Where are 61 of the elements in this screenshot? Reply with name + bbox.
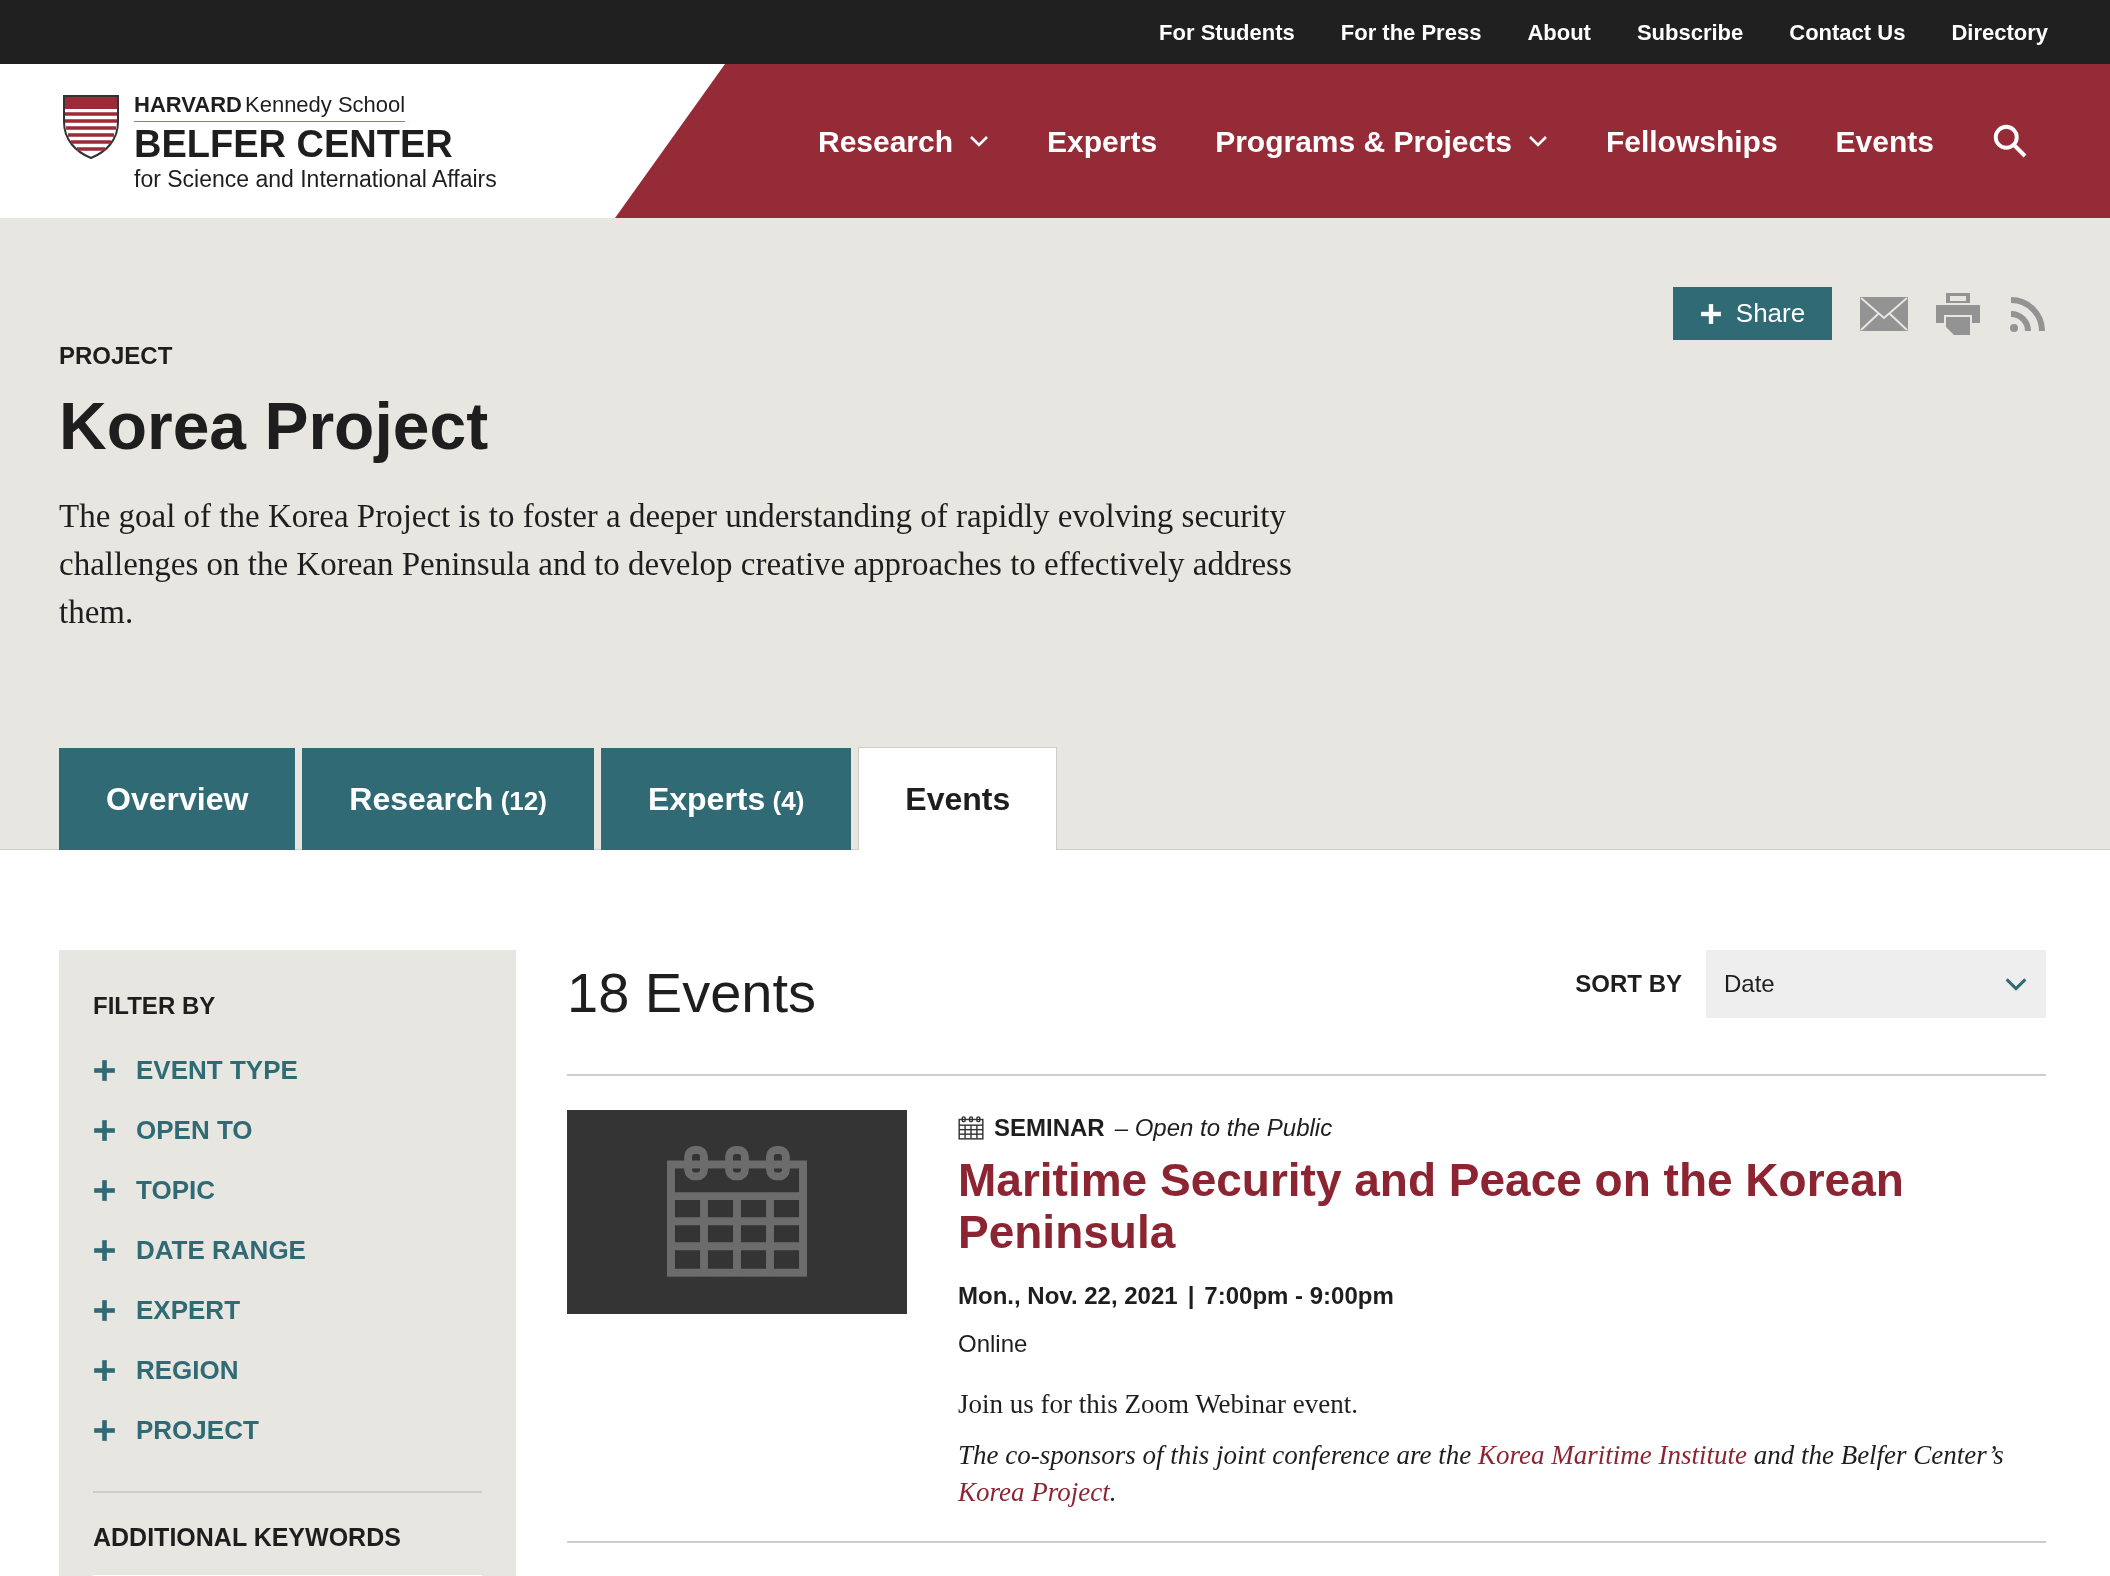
event-time: 7:00pm - 9:00pm — [1204, 1281, 1394, 1311]
filter-toggle[interactable]: TOPIC — [93, 1176, 482, 1204]
search-icon[interactable] — [1992, 123, 2028, 159]
event-audience: – Open to the Public — [1114, 1113, 1333, 1143]
top-link[interactable]: Subscribe — [1636, 15, 1744, 49]
share-button[interactable]: Share — [1673, 287, 1832, 340]
top-link[interactable]: Directory — [1951, 15, 2048, 49]
main-nav-link[interactable]: Events — [1835, 118, 1934, 164]
top-link[interactable]: For Students — [1159, 15, 1295, 49]
school-name: HARVARD Kennedy School — [134, 92, 406, 122]
top-link[interactable]: For the Press — [1340, 15, 1482, 49]
center-name: BELFER CENTER — [134, 122, 454, 166]
event-date: Mon., Nov. 22, 2021 — [958, 1281, 1178, 1311]
sort-label: SORT BY — [1575, 969, 1682, 999]
plus-icon — [93, 1238, 116, 1262]
chevron-down-icon — [969, 135, 990, 147]
section-tab[interactable]: Experts (4) — [600, 748, 852, 850]
main-nav-link[interactable]: Experts — [1047, 118, 1158, 164]
filter-heading: FILTER BY — [93, 991, 217, 1021]
keywords-heading: ADDITIONAL KEYWORDS — [93, 1522, 402, 1553]
plus-icon — [93, 1178, 116, 1202]
chevron-down-icon — [1527, 135, 1548, 147]
plus-icon — [93, 1118, 116, 1142]
mail-icon[interactable] — [1860, 296, 1908, 331]
main-nav-link[interactable]: Research — [817, 118, 990, 164]
plus-icon — [93, 1298, 116, 1322]
filter-toggle[interactable]: EXPERT — [93, 1296, 482, 1324]
top-link[interactable]: Contact Us — [1789, 15, 1906, 49]
inline-link[interactable]: Korea Project — [958, 1476, 1110, 1507]
chevron-down-icon — [2004, 977, 2028, 991]
printer-icon[interactable] — [1936, 292, 1980, 335]
plus-icon — [93, 1358, 116, 1382]
filter-toggle[interactable]: EVENT TYPE — [93, 1056, 482, 1084]
event-summary: Join us for this Zoom Webinar event. — [958, 1388, 1360, 1421]
separator-text: | — [1187, 1281, 1195, 1311]
project-description: The goal of the Korea Project is to foster a deeper understanding of rapidly evolving security challenges on the Korean Peninsula and to develop creative approaches to effectively address them. — [59, 497, 1293, 632]
center-subtitle: for Science and International Affairs — [134, 166, 497, 192]
section-tab[interactable]: Overview — [59, 748, 296, 850]
section-tab[interactable]: Research (12) — [302, 748, 594, 850]
filter-toggle[interactable]: DATE RANGE — [93, 1236, 482, 1264]
event-note: The co-sponsors of this joint conference are the Korea Maritime Institute and the Belfer Center’s Korea Project. — [958, 1438, 2005, 1509]
event-location: Online — [958, 1329, 1029, 1359]
calendar-icon — [958, 1116, 984, 1140]
event-type: SEMINAR — [994, 1113, 1105, 1143]
event-title-link[interactable]: Maritime Security and Peace on the Korean Peninsula — [958, 1154, 1958, 1258]
inline-link[interactable]: Korea Maritime Institute — [1477, 1439, 1747, 1470]
plus-icon — [93, 1418, 116, 1442]
page-title: Korea Project — [59, 388, 490, 465]
plus-icon — [93, 1058, 116, 1082]
plus-icon — [1699, 302, 1722, 325]
page-eyebrow: PROJECT — [59, 342, 174, 370]
top-link[interactable]: About — [1527, 15, 1591, 49]
filter-toggle[interactable]: PROJECT — [93, 1416, 482, 1444]
main-nav-link[interactable]: Fellowships — [1605, 118, 1778, 164]
filter-toggle[interactable]: OPEN TO — [93, 1116, 482, 1144]
section-tab[interactable]: Events — [858, 747, 1058, 850]
shield-logo-icon — [62, 94, 120, 160]
sort-select[interactable]: Date — [1706, 950, 2046, 1018]
filter-toggle[interactable]: REGION — [93, 1356, 482, 1384]
results-count: 18 Events — [567, 963, 817, 1023]
main-nav-link[interactable]: Programs & Projects — [1215, 118, 1548, 164]
